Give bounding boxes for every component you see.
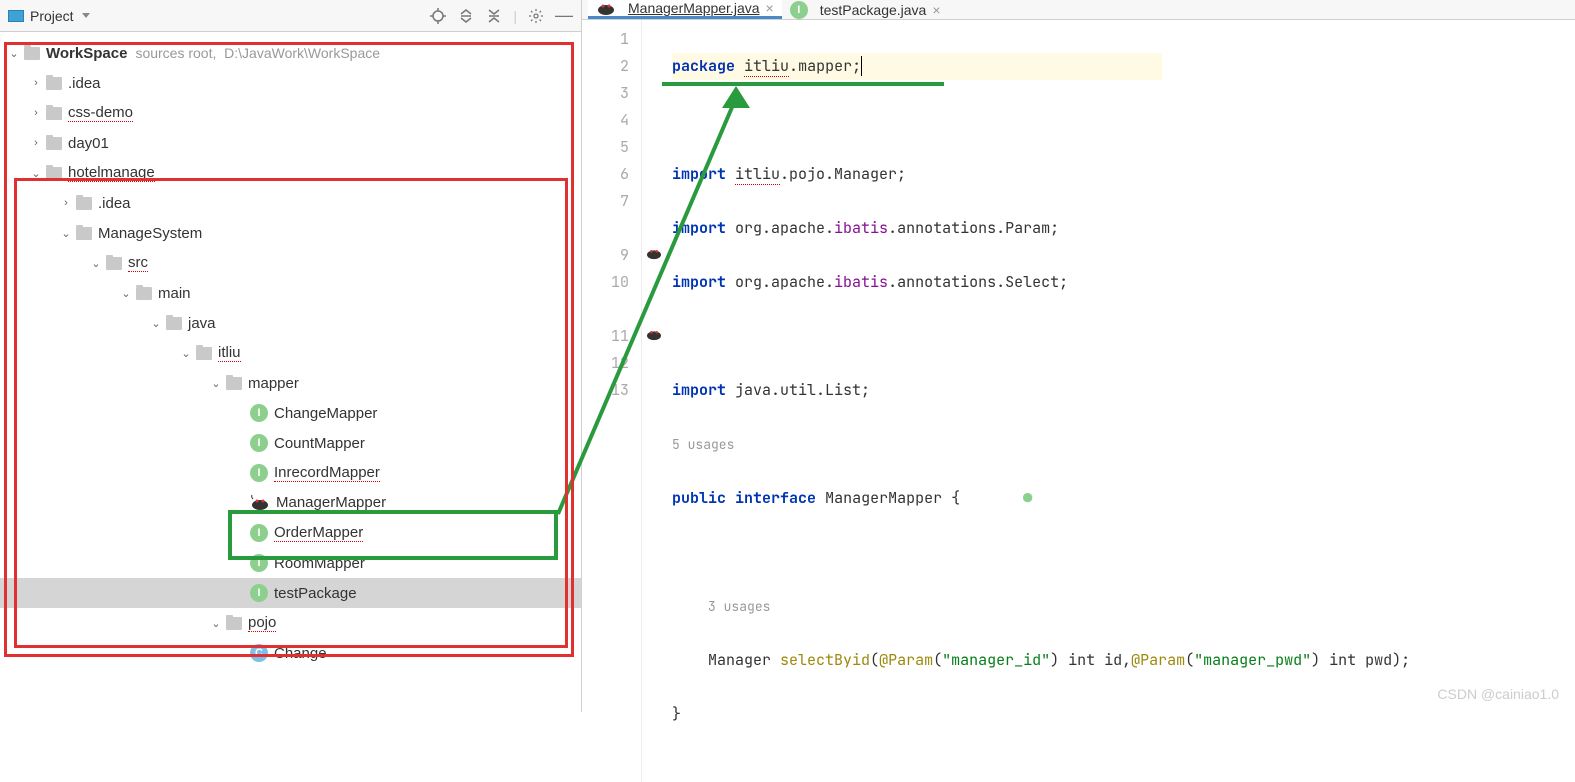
interface-icon: I [790, 1, 808, 19]
chevron-down-icon[interactable]: ⌄ [150, 317, 162, 330]
tree-idea2[interactable]: ›.idea [0, 188, 581, 218]
folder-icon [24, 47, 40, 60]
locate-icon[interactable] [429, 7, 447, 25]
tree-managesystem[interactable]: ⌄ManageSystem [0, 218, 581, 248]
chevron-down-icon[interactable]: ⌄ [180, 347, 192, 360]
code-editor[interactable]: 1 2 3 4 5 6 7 9 10 11 12 13 [582, 20, 1575, 782]
interface-icon: I [250, 584, 268, 602]
chevron-down-icon[interactable] [82, 13, 90, 18]
close-icon[interactable]: × [766, 0, 774, 16]
node-hint: sources root, D:\JavaWork\WorkSpace [135, 45, 380, 61]
folder-icon [226, 377, 242, 390]
tree-pojo[interactable]: ⌄pojo [0, 608, 581, 638]
chevron-down-icon[interactable]: ⌄ [210, 617, 222, 630]
hide-icon[interactable]: — [555, 7, 573, 25]
tree-itliu[interactable]: ⌄itliu [0, 338, 581, 368]
project-view-icon [8, 10, 24, 22]
tree-idea[interactable]: ›.idea [0, 68, 581, 98]
folder-icon [76, 197, 92, 210]
folder-icon [226, 617, 242, 630]
mybatis-icon [250, 495, 270, 511]
tab-label: ManagerMapper.java [628, 0, 760, 16]
folder-icon [46, 167, 62, 180]
tab-testpackage[interactable]: I testPackage.java × [782, 0, 949, 19]
annotation-green-underline [662, 82, 944, 86]
tree-roommapper[interactable]: IRoomMapper [0, 548, 581, 578]
project-panel: Project | — ⌄ WorkSpace sources root, D:… [0, 0, 582, 712]
editor-tabs: ManagerMapper.java × I testPackage.java … [582, 0, 1575, 20]
project-tree[interactable]: ⌄ WorkSpace sources root, D:\JavaWork\Wo… [0, 32, 581, 712]
close-icon[interactable]: × [932, 2, 940, 18]
folder-icon [196, 347, 212, 360]
interface-icon: I [250, 464, 268, 482]
gear-icon[interactable] [527, 7, 545, 25]
collapse-all-icon[interactable] [485, 7, 503, 25]
project-label[interactable]: Project [30, 8, 74, 24]
chevron-down-icon[interactable]: ⌄ [30, 167, 42, 180]
interface-icon: I [250, 404, 268, 422]
tab-managermapper[interactable]: ManagerMapper.java × [588, 0, 782, 19]
tree-inrecordmapper[interactable]: IInrecordMapper [0, 458, 581, 488]
folder-icon [76, 227, 92, 240]
tree-mapper[interactable]: ⌄mapper [0, 368, 581, 398]
tree-main[interactable]: ⌄main [0, 278, 581, 308]
folder-icon [166, 317, 182, 330]
editor-panel: ManagerMapper.java × I testPackage.java … [582, 0, 1575, 712]
tree-java[interactable]: ⌄java [0, 308, 581, 338]
folder-icon [136, 287, 152, 300]
interface-icon: I [250, 434, 268, 452]
class-icon: C [250, 644, 268, 662]
mybatis-icon [596, 0, 616, 16]
chevron-down-icon[interactable]: ⌄ [120, 287, 132, 300]
tree-changemapper[interactable]: IChangeMapper [0, 398, 581, 428]
chevron-down-icon[interactable]: ⌄ [8, 47, 20, 60]
folder-icon [106, 257, 122, 270]
tree-ordermapper[interactable]: IOrderMapper [0, 518, 581, 548]
interface-icon: I [250, 554, 268, 572]
tree-countmapper[interactable]: ICountMapper [0, 428, 581, 458]
folder-icon [46, 137, 62, 150]
node-label: WorkSpace [46, 45, 127, 62]
chevron-right-icon[interactable]: › [30, 137, 42, 149]
code-area[interactable]: package itliu.mapper; import itliu.pojo.… [642, 20, 1575, 782]
watermark: CSDN @cainiao1.0 [1437, 686, 1559, 702]
tab-label: testPackage.java [820, 2, 927, 18]
tree-hotelmanage[interactable]: ⌄hotelmanage [0, 158, 581, 188]
tree-workspace[interactable]: ⌄ WorkSpace sources root, D:\JavaWork\Wo… [0, 38, 581, 68]
interface-icon: I [250, 524, 268, 542]
tree-testpackage[interactable]: ItestPackage [0, 578, 581, 608]
tree-managermapper[interactable]: ManagerMapper [0, 488, 581, 518]
tree-day01[interactable]: ›day01 [0, 128, 581, 158]
folder-icon [46, 77, 62, 90]
expand-all-icon[interactable] [457, 7, 475, 25]
chevron-down-icon[interactable]: ⌄ [210, 377, 222, 390]
tree-cssdemo[interactable]: ›css-demo [0, 98, 581, 128]
folder-icon [46, 107, 62, 120]
project-toolbar: Project | — [0, 0, 581, 32]
chevron-right-icon[interactable]: › [30, 77, 42, 89]
tree-src[interactable]: ⌄src [0, 248, 581, 278]
chevron-right-icon[interactable]: › [30, 107, 42, 119]
line-gutter: 1 2 3 4 5 6 7 9 10 11 12 13 [582, 20, 642, 782]
tree-change[interactable]: CChange [0, 638, 581, 668]
chevron-right-icon[interactable]: › [60, 197, 72, 209]
chevron-down-icon[interactable]: ⌄ [90, 257, 102, 270]
chevron-down-icon[interactable]: ⌄ [60, 227, 72, 240]
